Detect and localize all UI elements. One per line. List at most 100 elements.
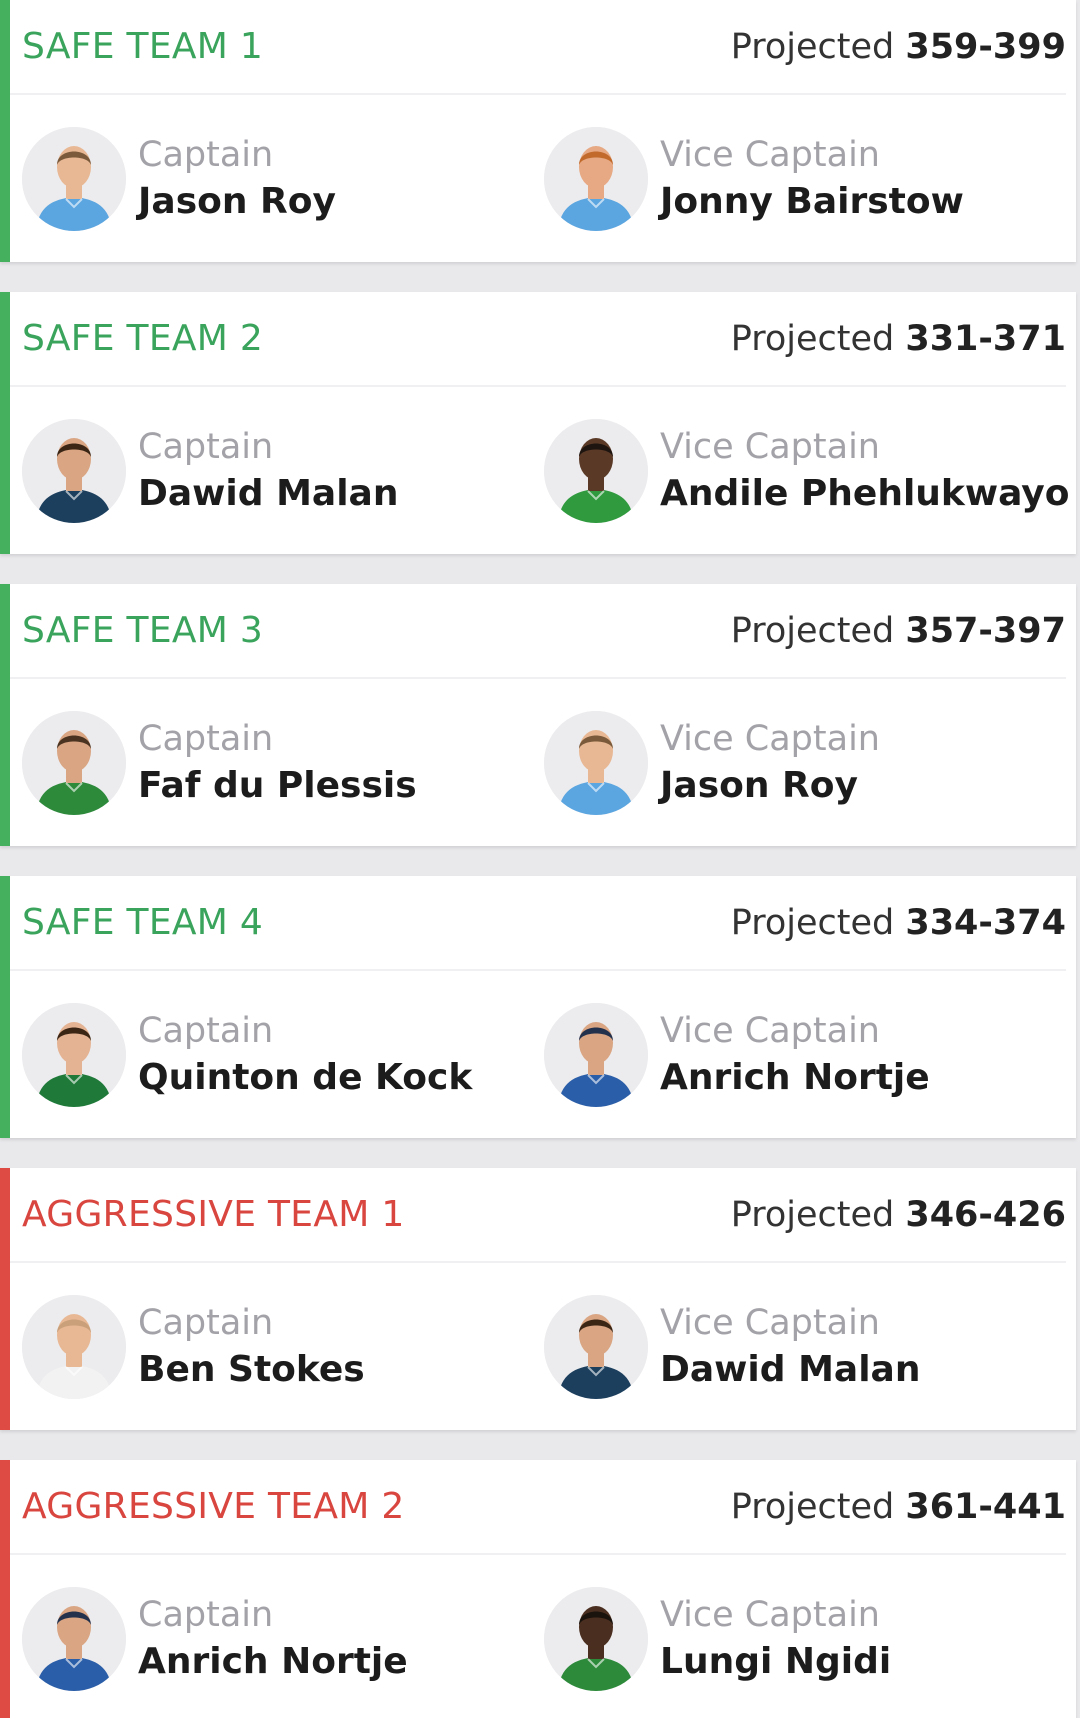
team-name: SAFE TEAM 3 xyxy=(22,610,264,651)
player-row: Captain Faf du Plessis Vice Captain Jaso… xyxy=(22,710,1066,816)
captain-name: Ben Stokes xyxy=(138,1349,365,1390)
team-name: AGGRESSIVE TEAM 1 xyxy=(22,1194,405,1235)
player-avatar-icon xyxy=(22,1587,126,1691)
projected-label: Projected xyxy=(730,610,895,651)
vice-captain-label: Vice Captain xyxy=(660,1303,880,1343)
team-card[interactable]: AGGRESSIVE TEAM 2 Projected 361-441 Capt… xyxy=(0,1460,1076,1718)
player-row: Captain Dawid Malan Vice Captain Andile … xyxy=(22,418,1070,524)
player-avatar-icon xyxy=(544,127,648,231)
projected-score: Projected 357-397 xyxy=(731,611,1066,651)
captain-pick[interactable]: Captain Quinton de Kock xyxy=(22,1002,544,1108)
team-card[interactable]: SAFE TEAM 4 Projected 334-374 Captain Qu… xyxy=(0,876,1076,1138)
player-avatar-icon xyxy=(22,711,126,815)
captain-label: Captain xyxy=(138,1595,274,1635)
team-accent-bar xyxy=(0,1460,10,1718)
team-card[interactable]: AGGRESSIVE TEAM 1 Projected 346-426 Capt… xyxy=(0,1168,1076,1430)
team-card-header: SAFE TEAM 3 Projected 357-397 xyxy=(22,584,1066,677)
captain-label: Captain xyxy=(138,427,274,467)
team-card-header: SAFE TEAM 2 Projected 331-371 xyxy=(22,292,1066,385)
vice-captain-label: Vice Captain xyxy=(660,719,880,759)
projected-score: Projected 346-426 xyxy=(731,1195,1066,1235)
projected-label: Projected xyxy=(730,318,895,359)
player-row: Captain Ben Stokes Vice Captain Dawid Ma… xyxy=(22,1294,1066,1400)
vice-captain-pick[interactable]: Vice Captain Dawid Malan xyxy=(544,1294,1066,1400)
team-name: SAFE TEAM 4 xyxy=(22,902,264,943)
player-avatar-icon xyxy=(544,711,648,815)
projected-range: 334-374 xyxy=(905,902,1066,943)
vice-captain-name: Andile Phehlukwayo xyxy=(660,473,1070,514)
captain-label: Captain xyxy=(138,1011,274,1051)
projected-range: 361-441 xyxy=(905,1486,1066,1527)
projected-range: 359-399 xyxy=(905,26,1066,67)
vice-captain-pick[interactable]: Vice Captain Jonny Bairstow xyxy=(544,126,1066,232)
captain-pick[interactable]: Captain Faf du Plessis xyxy=(22,710,544,816)
projected-range: 346-426 xyxy=(905,1194,1066,1235)
player-row: Captain Jason Roy Vice Captain Jonny Bai… xyxy=(22,126,1066,232)
team-card-header: SAFE TEAM 4 Projected 334-374 xyxy=(22,876,1066,969)
team-card-header: AGGRESSIVE TEAM 1 Projected 346-426 xyxy=(22,1168,1066,1261)
player-avatar-icon xyxy=(544,419,648,523)
player-avatar-icon xyxy=(22,419,126,523)
vice-captain-label: Vice Captain xyxy=(660,135,880,175)
captain-name: Quinton de Kock xyxy=(138,1057,473,1098)
player-avatar-icon xyxy=(544,1587,648,1691)
projected-label: Projected xyxy=(730,26,895,67)
header-divider xyxy=(10,385,1066,387)
team-card-header: AGGRESSIVE TEAM 2 Projected 361-441 xyxy=(22,1460,1066,1553)
player-avatar-icon xyxy=(22,1003,126,1107)
team-card[interactable]: SAFE TEAM 3 Projected 357-397 Captain Fa… xyxy=(0,584,1076,846)
vice-captain-pick[interactable]: Vice Captain Lungi Ngidi xyxy=(544,1586,1066,1692)
header-divider xyxy=(10,1553,1066,1555)
captain-pick[interactable]: Captain Anrich Nortje xyxy=(22,1586,544,1692)
vice-captain-pick[interactable]: Vice Captain Andile Phehlukwayo xyxy=(544,418,1070,524)
captain-name: Anrich Nortje xyxy=(138,1641,408,1682)
team-card[interactable]: SAFE TEAM 1 Projected 359-399 Captain Ja… xyxy=(0,0,1076,262)
captain-pick[interactable]: Captain Ben Stokes xyxy=(22,1294,544,1400)
team-accent-bar xyxy=(0,876,10,1138)
captain-label: Captain xyxy=(138,719,274,759)
vice-captain-name: Anrich Nortje xyxy=(660,1057,930,1098)
team-accent-bar xyxy=(0,584,10,846)
player-row: Captain Quinton de Kock Vice Captain Anr… xyxy=(22,1002,1066,1108)
projected-label: Projected xyxy=(730,902,895,943)
projected-score: Projected 334-374 xyxy=(731,903,1066,943)
team-name: AGGRESSIVE TEAM 2 xyxy=(22,1486,405,1527)
vice-captain-name: Jason Roy xyxy=(660,765,858,806)
captain-name: Faf du Plessis xyxy=(138,765,417,806)
player-avatar-icon xyxy=(22,127,126,231)
vice-captain-name: Jonny Bairstow xyxy=(660,181,964,222)
captain-label: Captain xyxy=(138,135,274,175)
captain-pick[interactable]: Captain Jason Roy xyxy=(22,126,544,232)
captain-name: Jason Roy xyxy=(138,181,336,222)
team-list: SAFE TEAM 1 Projected 359-399 Captain Ja… xyxy=(0,0,1080,1718)
team-name: SAFE TEAM 2 xyxy=(22,318,264,359)
projected-score: Projected 361-441 xyxy=(731,1487,1066,1527)
vice-captain-label: Vice Captain xyxy=(660,1011,880,1051)
player-avatar-icon xyxy=(544,1295,648,1399)
projected-range: 357-397 xyxy=(905,610,1066,651)
team-accent-bar xyxy=(0,1168,10,1430)
header-divider xyxy=(10,677,1066,679)
captain-pick[interactable]: Captain Dawid Malan xyxy=(22,418,544,524)
vice-captain-pick[interactable]: Vice Captain Jason Roy xyxy=(544,710,1066,816)
vice-captain-label: Vice Captain xyxy=(660,1595,880,1635)
team-card[interactable]: SAFE TEAM 2 Projected 331-371 Captain Da… xyxy=(0,292,1076,554)
header-divider xyxy=(10,1261,1066,1263)
player-avatar-icon xyxy=(22,1295,126,1399)
captain-name: Dawid Malan xyxy=(138,473,399,514)
team-card-header: SAFE TEAM 1 Projected 359-399 xyxy=(22,0,1066,93)
projected-score: Projected 359-399 xyxy=(731,27,1066,67)
team-accent-bar xyxy=(0,292,10,554)
vice-captain-pick[interactable]: Vice Captain Anrich Nortje xyxy=(544,1002,1066,1108)
vice-captain-name: Lungi Ngidi xyxy=(660,1641,892,1682)
header-divider xyxy=(10,969,1066,971)
projected-label: Projected xyxy=(730,1486,895,1527)
header-divider xyxy=(10,93,1066,95)
player-avatar-icon xyxy=(544,1003,648,1107)
vice-captain-name: Dawid Malan xyxy=(660,1349,921,1390)
projected-label: Projected xyxy=(730,1194,895,1235)
projected-score: Projected 331-371 xyxy=(731,319,1066,359)
projected-range: 331-371 xyxy=(905,318,1066,359)
team-accent-bar xyxy=(0,0,10,262)
team-name: SAFE TEAM 1 xyxy=(22,26,264,67)
